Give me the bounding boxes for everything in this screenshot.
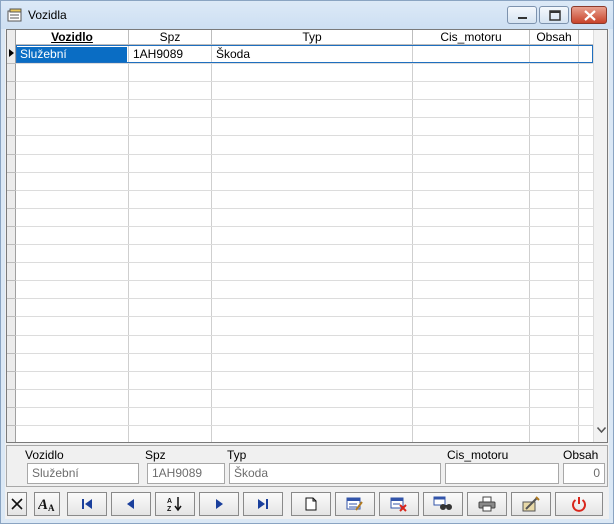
field-typ[interactable]: Škoda — [229, 463, 441, 484]
exit-button[interactable] — [555, 492, 603, 516]
tools-button[interactable] — [511, 492, 551, 516]
field-obsah[interactable]: 0 — [563, 463, 605, 484]
label-vozidlo: Vozidlo — [25, 448, 64, 462]
previous-record-icon — [127, 499, 134, 509]
svg-text:A: A — [38, 497, 48, 512]
close-form-button[interactable] — [7, 492, 27, 516]
sort-button[interactable]: AZ — [155, 492, 195, 516]
new-document-icon — [305, 497, 317, 511]
row-selector-column[interactable] — [7, 30, 16, 442]
records-grid[interactable]: Vozidlo Spz Typ Cis_motoru Obsah Služebn… — [6, 29, 608, 443]
label-typ: Typ — [227, 448, 247, 462]
find-button[interactable] — [423, 492, 463, 516]
find-icon — [433, 496, 452, 510]
tools-icon — [522, 496, 540, 512]
svg-text:A: A — [48, 503, 55, 512]
svg-text:Z: Z — [167, 506, 172, 512]
field-vozidlo[interactable]: Služební — [27, 463, 139, 484]
current-row-pointer-icon — [9, 49, 14, 57]
cell-spz[interactable]: 1AH9089 — [130, 47, 212, 62]
next-record-icon — [216, 499, 223, 509]
edit-record-button[interactable] — [335, 492, 375, 516]
grid-header: Vozidlo Spz Typ Cis_motoru Obsah — [16, 30, 593, 45]
label-cis-motoru: Cis_motoru — [447, 448, 509, 462]
font-button[interactable]: AA — [34, 492, 60, 516]
maximize-icon — [549, 10, 561, 21]
printer-icon — [478, 496, 496, 512]
maximize-button[interactable] — [539, 6, 569, 24]
table-row[interactable]: Služební 1AH9089 Škoda — [16, 45, 593, 63]
column-header-vozidlo[interactable]: Vozidlo — [16, 30, 129, 45]
last-record-button[interactable] — [243, 492, 283, 516]
form-client-area: Vozidlo Spz Typ Cis_motoru Obsah Služebn… — [5, 29, 609, 519]
vertical-scrollbar[interactable] — [593, 30, 607, 442]
first-record-icon — [82, 499, 92, 509]
app-window: Vozidla Vozidlo Spz Typ Cis_motoru Obsah — [0, 0, 614, 524]
first-record-button[interactable] — [67, 492, 107, 516]
form-icon — [7, 8, 22, 22]
column-header-typ[interactable]: Typ — [212, 30, 413, 45]
close-icon — [584, 10, 596, 21]
power-icon — [572, 497, 586, 512]
column-header-cis-motoru[interactable]: Cis_motoru — [413, 30, 530, 45]
label-spz: Spz — [145, 448, 166, 462]
column-header-obsah[interactable]: Obsah — [530, 30, 579, 45]
cell-obsah[interactable] — [531, 47, 579, 62]
field-cis-motoru[interactable] — [445, 463, 559, 484]
minimize-icon — [518, 17, 527, 19]
next-record-button[interactable] — [199, 492, 239, 516]
toolbar: AA AZ — [5, 489, 609, 519]
svg-text:A: A — [167, 498, 172, 505]
previous-record-button[interactable] — [111, 492, 151, 516]
sort-icon: AZ — [167, 497, 182, 512]
scroll-down-icon[interactable] — [597, 427, 606, 433]
detail-panel: Vozidlo Spz Typ Cis_motoru Obsah Služebn… — [6, 445, 608, 487]
title-bar[interactable]: Vozidla — [1, 1, 613, 29]
column-header-spz[interactable]: Spz — [129, 30, 212, 45]
delete-record-button[interactable] — [379, 492, 419, 516]
last-record-icon — [258, 499, 268, 509]
field-spz[interactable]: 1AH9089 — [147, 463, 225, 484]
font-icon: AA — [38, 497, 55, 512]
print-button[interactable] — [467, 492, 507, 516]
close-form-icon — [11, 498, 23, 510]
label-obsah: Obsah — [563, 448, 599, 462]
edit-record-icon — [346, 497, 363, 511]
cell-typ[interactable]: Škoda — [213, 47, 413, 62]
close-button[interactable] — [571, 6, 607, 24]
cell-cis-motoru[interactable] — [414, 47, 530, 62]
cell-vozidlo[interactable]: Služební — [17, 47, 127, 62]
new-record-button[interactable] — [291, 492, 331, 516]
window-title: Vozidla — [28, 8, 67, 22]
delete-record-icon — [390, 497, 407, 512]
minimize-button[interactable] — [507, 6, 537, 24]
